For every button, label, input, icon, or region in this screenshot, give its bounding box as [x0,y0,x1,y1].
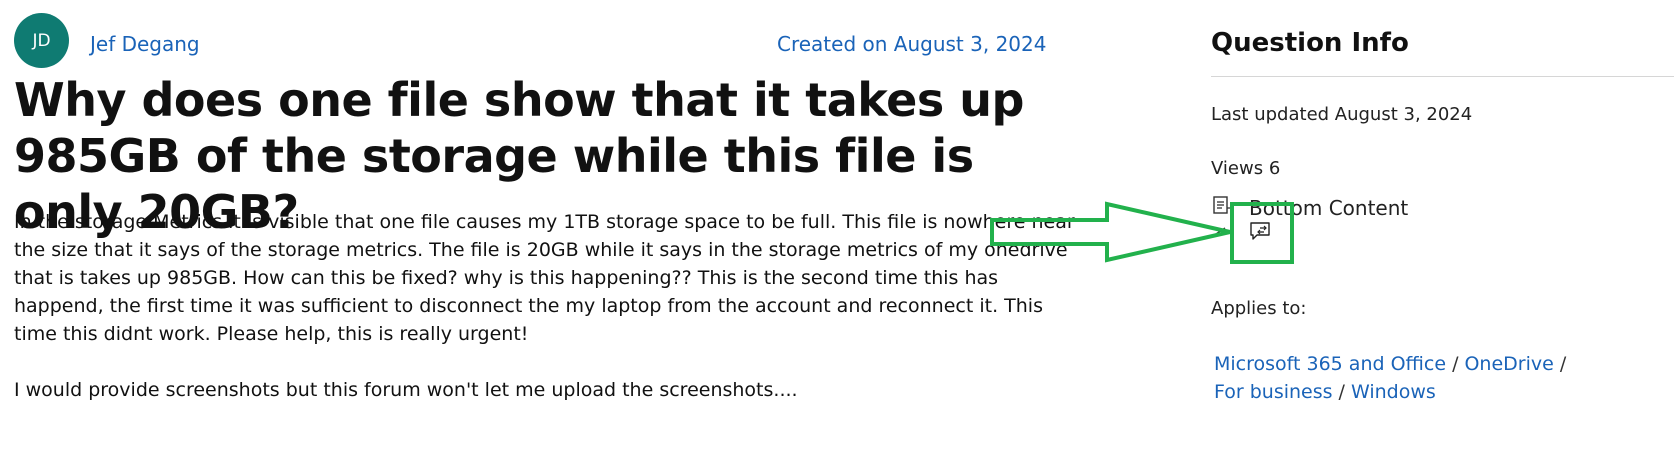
question-body-paragraph: In the storage Metrics it is visible tha… [14,211,1075,345]
views-count: Views 6 [1211,158,1281,179]
crumb-microsoft-365[interactable]: Microsoft 365 and Office [1214,353,1446,375]
document-icon [1213,196,1233,214]
avatar-initials: JD [32,30,51,51]
last-updated: Last updated August 3, 2024 [1211,104,1473,125]
crumb-onedrive[interactable]: OneDrive [1464,353,1553,375]
avatar[interactable]: JD [14,13,69,68]
crumb-separator: / [1452,353,1459,375]
question-body: In the storage Metrics it is visible tha… [14,208,1089,404]
divider [1211,76,1674,77]
created-date: Created on August 3, 2024 [777,32,1047,56]
crumb-separator: / [1559,353,1567,375]
question-body-paragraph-2: I would provide screenshots but this for… [14,379,798,401]
bottom-content-link[interactable]: Bottom Content [1249,196,1408,220]
crumb-separator: / [1338,381,1345,403]
crumb-windows[interactable]: Windows [1351,381,1436,403]
applies-to-label: Applies to: [1211,298,1307,319]
author-name-link[interactable]: Jef Degang [90,32,200,56]
crumb-for-business[interactable]: For business [1214,381,1333,403]
question-info-title: Question Info [1211,28,1409,58]
applies-to-breadcrumb: Microsoft 365 and Office / OneDrive / For b… [1214,350,1654,406]
cut-icon[interactable] [1212,226,1226,238]
chat-icon[interactable] [1250,222,1272,242]
